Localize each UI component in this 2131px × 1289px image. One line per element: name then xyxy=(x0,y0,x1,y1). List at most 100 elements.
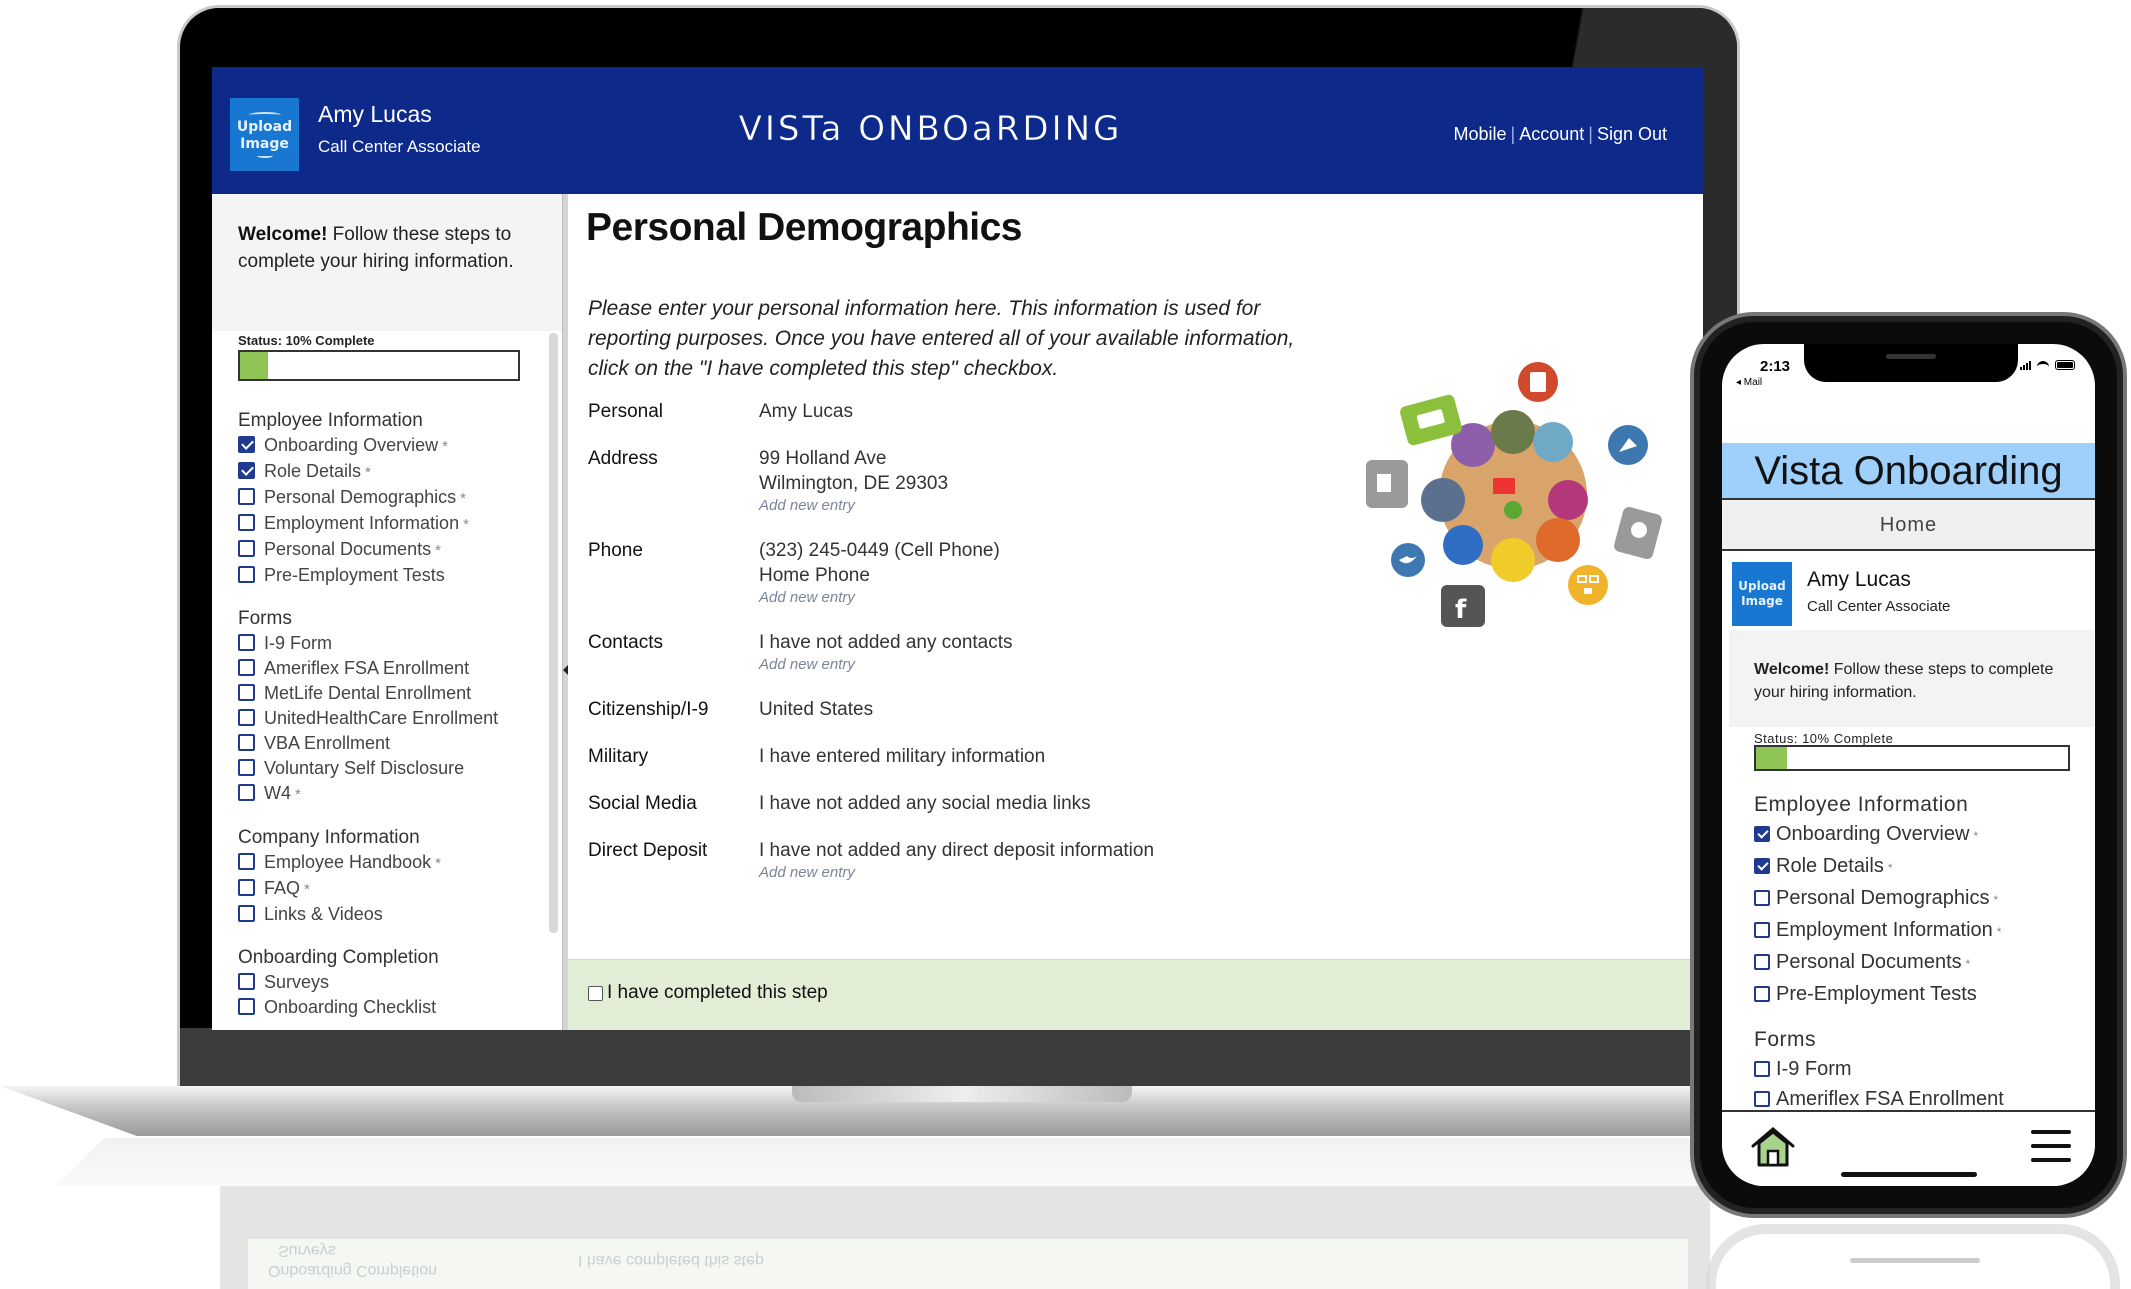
nav-step-label[interactable]: Employment Information * xyxy=(264,511,469,537)
nav-step-item[interactable]: Personal Documents * xyxy=(238,537,538,563)
checkbox-checked-icon[interactable] xyxy=(1754,826,1770,842)
nav-step-label[interactable]: VBA Enrollment xyxy=(264,731,390,756)
back-to-mail[interactable]: ◂ Mail xyxy=(1736,377,1762,388)
nav-step-label[interactable]: Surveys xyxy=(264,970,329,995)
nav-step-label[interactable]: I-9 Form xyxy=(1776,1054,1852,1084)
checkbox-icon[interactable] xyxy=(1754,986,1770,1002)
row-value[interactable]: Wilmington, DE 29303 xyxy=(759,471,948,496)
nav-step-label[interactable]: Role Details * xyxy=(1776,851,1893,883)
nav-step-label[interactable]: I-9 Form xyxy=(264,631,332,656)
checkbox-icon[interactable] xyxy=(238,905,255,922)
nav-step-item[interactable]: Surveys xyxy=(238,970,538,995)
nav-step-label[interactable]: Pre-Employment Tests xyxy=(1776,979,1977,1009)
nav-step-item[interactable]: Role Details * xyxy=(238,459,538,485)
nav-step-item[interactable]: FAQ * xyxy=(238,876,538,902)
home-tab[interactable]: Home xyxy=(1722,500,2095,551)
checkbox-icon[interactable] xyxy=(238,684,255,701)
nav-step-label[interactable]: MetLife Dental Enrollment xyxy=(264,681,471,706)
row-value[interactable]: I have not added any contacts xyxy=(759,630,1013,655)
row-value[interactable]: United States xyxy=(759,697,873,722)
nav-step-item[interactable]: I-9 Form xyxy=(1754,1054,2084,1084)
checkbox-icon[interactable] xyxy=(238,734,255,751)
row-value[interactable]: 99 Holland Ave xyxy=(759,446,948,471)
checkbox-icon[interactable] xyxy=(238,634,255,651)
checkbox-icon[interactable] xyxy=(238,973,255,990)
checkbox-icon[interactable] xyxy=(1754,1091,1770,1107)
checkbox-icon[interactable] xyxy=(238,566,255,583)
checkbox-icon[interactable] xyxy=(238,998,255,1015)
nav-step-label[interactable]: Links & Videos xyxy=(264,902,383,927)
nav-step-label[interactable]: Onboarding Overview * xyxy=(1776,819,1978,851)
hamburger-menu-icon[interactable] xyxy=(2031,1130,2071,1162)
checkbox-icon[interactable] xyxy=(238,514,255,531)
row-value[interactable]: I have not added any direct deposit info… xyxy=(759,838,1154,863)
checkbox-icon[interactable] xyxy=(238,488,255,505)
nav-step-label[interactable]: Onboarding Overview * xyxy=(264,433,448,459)
nav-step-item[interactable]: W4 * xyxy=(238,781,538,807)
nav-step-label[interactable]: Voluntary Self Disclosure xyxy=(264,756,464,781)
checkbox-icon[interactable] xyxy=(1754,890,1770,906)
home-icon[interactable] xyxy=(1750,1126,1796,1168)
nav-step-item[interactable]: Ameriflex FSA Enrollment xyxy=(238,656,538,681)
account-link[interactable]: Account xyxy=(1519,124,1584,144)
nav-step-item[interactable]: Voluntary Self Disclosure xyxy=(238,756,538,781)
nav-step-item[interactable]: UnitedHealthCare Enrollment xyxy=(238,706,538,731)
checkbox-icon[interactable] xyxy=(238,784,255,801)
nav-step-label[interactable]: Pre-Employment Tests xyxy=(264,563,445,588)
checkbox-checked-icon[interactable] xyxy=(238,462,255,479)
nav-step-item[interactable]: Personal Documents * xyxy=(1754,947,2084,979)
sidebar-scrollbar[interactable] xyxy=(549,333,558,933)
row-value[interactable]: I have entered military information xyxy=(759,744,1045,769)
nav-step-label[interactable]: Ameriflex FSA Enrollment xyxy=(264,656,469,681)
row-value[interactable]: I have not added any social media links xyxy=(759,791,1091,816)
row-value[interactable]: Amy Lucas xyxy=(759,399,853,424)
nav-step-item[interactable]: Onboarding Overview * xyxy=(1754,819,2084,851)
nav-step-label[interactable]: Employment Information * xyxy=(1776,915,2001,947)
checkbox-icon[interactable] xyxy=(1754,954,1770,970)
row-value[interactable]: (323) 245-0449 (Cell Phone) xyxy=(759,538,1000,563)
checkbox-icon[interactable] xyxy=(238,879,255,896)
nav-step-label[interactable]: UnitedHealthCare Enrollment xyxy=(264,706,498,731)
nav-step-label[interactable]: W4 * xyxy=(264,781,301,807)
nav-step-item[interactable]: Onboarding Overview * xyxy=(238,433,538,459)
add-new-entry-link[interactable]: Add new entry xyxy=(759,863,1154,883)
checkbox-icon[interactable] xyxy=(238,709,255,726)
checkbox-icon[interactable] xyxy=(238,759,255,776)
nav-step-item[interactable]: Pre-Employment Tests xyxy=(1754,979,2084,1009)
nav-step-item[interactable]: Employment Information * xyxy=(238,511,538,537)
checkbox-icon[interactable] xyxy=(1754,1061,1770,1077)
nav-step-label[interactable]: Role Details * xyxy=(264,459,371,485)
nav-step-item[interactable]: Pre-Employment Tests xyxy=(238,563,538,588)
add-new-entry-link[interactable]: Add new entry xyxy=(759,496,948,516)
mobile-link[interactable]: Mobile xyxy=(1454,124,1507,144)
row-value[interactable]: Home Phone xyxy=(759,563,1000,588)
nav-step-item[interactable]: Onboarding Checklist xyxy=(238,995,538,1020)
checkbox-icon[interactable] xyxy=(588,985,603,1001)
nav-step-label[interactable]: Personal Documents * xyxy=(1776,947,1970,979)
nav-step-label[interactable]: FAQ * xyxy=(264,876,310,902)
checkbox-icon[interactable] xyxy=(238,540,255,557)
checkbox-checked-icon[interactable] xyxy=(1754,858,1770,874)
checkbox-icon[interactable] xyxy=(238,659,255,676)
sign-out-link[interactable]: Sign Out xyxy=(1597,124,1667,144)
nav-step-item[interactable]: Employee Handbook * xyxy=(238,850,538,876)
checkbox-icon[interactable] xyxy=(1754,922,1770,938)
nav-step-label[interactable]: Personal Demographics * xyxy=(1776,883,1998,915)
nav-step-label[interactable]: Personal Documents * xyxy=(264,537,441,563)
add-new-entry-link[interactable]: Add new entry xyxy=(759,588,1000,608)
nav-step-item[interactable]: Links & Videos xyxy=(238,902,538,927)
nav-step-item[interactable]: Personal Demographics * xyxy=(1754,883,2084,915)
add-new-entry-link[interactable]: Add new entry xyxy=(759,655,1013,675)
checkbox-icon[interactable] xyxy=(238,853,255,870)
checkbox-checked-icon[interactable] xyxy=(238,436,255,453)
nav-step-item[interactable]: VBA Enrollment xyxy=(238,731,538,756)
nav-step-item[interactable]: I-9 Form xyxy=(238,631,538,656)
nav-step-item[interactable]: Employment Information * xyxy=(1754,915,2084,947)
nav-step-label[interactable]: Personal Demographics * xyxy=(264,485,466,511)
nav-step-item[interactable]: Role Details * xyxy=(1754,851,2084,883)
nav-step-label[interactable]: Employee Handbook * xyxy=(264,850,441,876)
nav-step-item[interactable]: Personal Demographics * xyxy=(238,485,538,511)
upload-image-avatar[interactable]: Upload Image xyxy=(1732,562,1792,626)
nav-step-label[interactable]: Onboarding Checklist xyxy=(264,995,436,1020)
complete-step-checkbox[interactable]: I have completed this step xyxy=(588,982,828,1004)
